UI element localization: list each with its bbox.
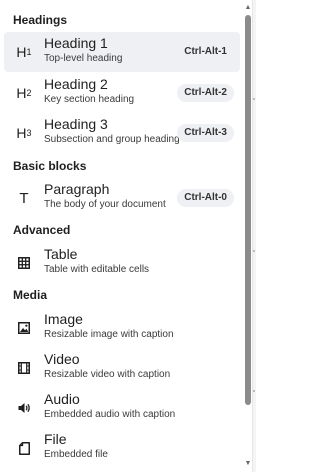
background-page-edge [253,0,256,472]
menu-item-subtext: Key section heading [44,94,135,105]
menu-item-heading-1[interactable]: H1 Heading 1 Top-level heading Ctrl-Alt-… [4,32,240,72]
menu-item-subtext: Resizable video with caption [44,369,171,380]
heading-1-icon: H1 [16,44,32,60]
scroll-down-arrow-icon[interactable]: ▼ [244,460,252,468]
menu-item-title: Video [44,351,80,367]
menu-item-subtext: The body of your document [44,199,166,210]
scroll-up-arrow-icon[interactable]: ▲ [244,4,252,12]
menu-item-heading-3[interactable]: H3 Heading 3 Subsection and group headin… [4,113,240,153]
scrollbar[interactable]: ▲ ▼ [244,4,252,468]
slash-menu: Headings H1 Heading 1 Top-level heading … [0,0,253,472]
scrollbar-thumb[interactable] [245,15,251,405]
file-icon [14,438,34,458]
group-title-headings: Headings [13,13,68,27]
menu-item-subtext: Top-level heading [44,53,123,64]
image-icon [14,318,34,338]
video-icon [14,358,34,378]
audio-icon [14,398,34,418]
shortcut-badge: Ctrl-Alt-1 [184,46,227,57]
menu-item-subtext: Embedded audio with caption [44,409,176,420]
shortcut-badge: Ctrl-Alt-0 [177,189,234,207]
heading-3-icon: H3 [16,125,32,141]
menu-item-image[interactable]: Image Resizable image with caption [4,308,240,348]
table-icon [14,253,34,273]
menu-item-title: File [44,431,67,447]
shortcut-badge: Ctrl-Alt-2 [177,84,234,102]
menu-item-title: Heading 2 [44,76,108,92]
group-title-advanced: Advanced [13,223,71,237]
page: Headings H1 Heading 1 Top-level heading … [0,0,256,472]
menu-item-paragraph[interactable]: T Paragraph The body of your document Ct… [4,178,240,218]
menu-item-title: Table [44,246,78,262]
menu-item-subtext: Embedded file [44,449,108,460]
shortcut-badge: Ctrl-Alt-3 [177,124,234,142]
heading-2-icon: H2 [16,85,32,101]
menu-list: Headings H1 Heading 1 Top-level heading … [4,0,240,472]
menu-item-title: Heading 1 [44,35,108,51]
menu-item-table[interactable]: Table Table with editable cells [4,243,240,283]
menu-item-audio[interactable]: Audio Embedded audio with caption [4,388,240,428]
menu-item-title: Audio [44,391,80,407]
group-title-basic-blocks: Basic blocks [13,159,87,173]
menu-item-file[interactable]: File Embedded file [4,428,240,468]
menu-item-subtext: Subsection and group heading [44,134,180,145]
menu-item-title: Heading 3 [44,116,108,132]
text-icon: T [19,189,29,207]
menu-item-title: Image [44,311,83,327]
menu-item-video[interactable]: Video Resizable video with caption [4,348,240,388]
menu-item-heading-2[interactable]: H2 Heading 2 Key section heading Ctrl-Al… [4,73,240,113]
menu-item-title: Paragraph [44,181,110,197]
menu-item-subtext: Table with editable cells [44,264,150,275]
menu-item-subtext: Resizable image with caption [44,329,174,340]
group-title-media: Media [13,288,48,302]
